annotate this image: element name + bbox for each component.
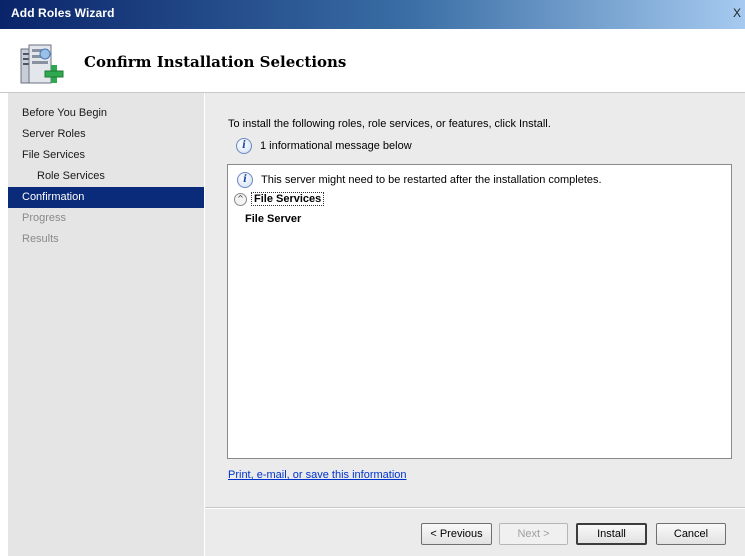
- sidebar-item-before-you-begin[interactable]: Before You Begin: [8, 103, 204, 124]
- info-message-summary: i 1 informational message below: [236, 138, 412, 154]
- print-save-link[interactable]: Print, e-mail, or save this information: [228, 469, 407, 481]
- next-button: Next >: [499, 523, 568, 545]
- previous-button[interactable]: < Previous: [421, 523, 492, 545]
- install-button[interactable]: Install: [576, 523, 647, 545]
- chevron-up-icon[interactable]: ^: [234, 192, 247, 206]
- sidebar-item-label: Results: [22, 233, 59, 245]
- sidebar-item-label: Role Services: [37, 170, 105, 182]
- sidebar-item-label: Before You Begin: [22, 107, 108, 119]
- wizard-window: Add Roles Wizard X Confirm Installation …: [0, 0, 745, 556]
- info-message-text: 1 informational message below: [260, 140, 412, 152]
- info-icon: i: [237, 172, 253, 188]
- divider: [205, 507, 745, 509]
- title-bar[interactable]: Add Roles Wizard X: [0, 0, 745, 29]
- sidebar-item-progress: Progress: [8, 208, 204, 229]
- main-content: To install the following roles, role ser…: [205, 93, 745, 556]
- restart-message-text: This server might need to be restarted a…: [261, 174, 602, 186]
- sidebar-item-server-roles[interactable]: Server Roles: [8, 124, 204, 145]
- page-title: Confirm Installation Selections: [84, 53, 347, 71]
- sidebar-item-results: Results: [8, 229, 204, 250]
- sidebar-item-confirmation[interactable]: Confirmation: [8, 187, 204, 208]
- file-services-section-header: ^ File Services: [234, 192, 325, 206]
- wizard-header: Confirm Installation Selections: [0, 29, 745, 93]
- sidebar-item-label: Confirmation: [22, 191, 85, 203]
- sidebar-item-label: Server Roles: [22, 128, 86, 140]
- sidebar-item-label: File Services: [22, 149, 85, 161]
- info-icon: i: [236, 138, 252, 154]
- window-title: Add Roles Wizard: [11, 6, 115, 20]
- selections-details-panel[interactable]: i This server might need to be restarted…: [227, 164, 732, 459]
- wizard-steps-sidebar: Before You Begin Server Roles File Servi…: [8, 93, 204, 556]
- instruction-text: To install the following roles, role ser…: [228, 118, 551, 130]
- cancel-button[interactable]: Cancel: [656, 523, 726, 545]
- sidebar-item-label: Progress: [22, 212, 67, 224]
- restart-warning: i This server might need to be restarted…: [237, 172, 602, 188]
- role-service-item: File Server: [245, 213, 302, 225]
- sidebar-item-role-services[interactable]: Role Services: [8, 166, 204, 187]
- sidebar-item-file-services[interactable]: File Services: [8, 145, 204, 166]
- section-title[interactable]: File Services: [251, 192, 325, 206]
- close-button[interactable]: X: [733, 6, 745, 22]
- server-add-role-icon: [20, 44, 64, 84]
